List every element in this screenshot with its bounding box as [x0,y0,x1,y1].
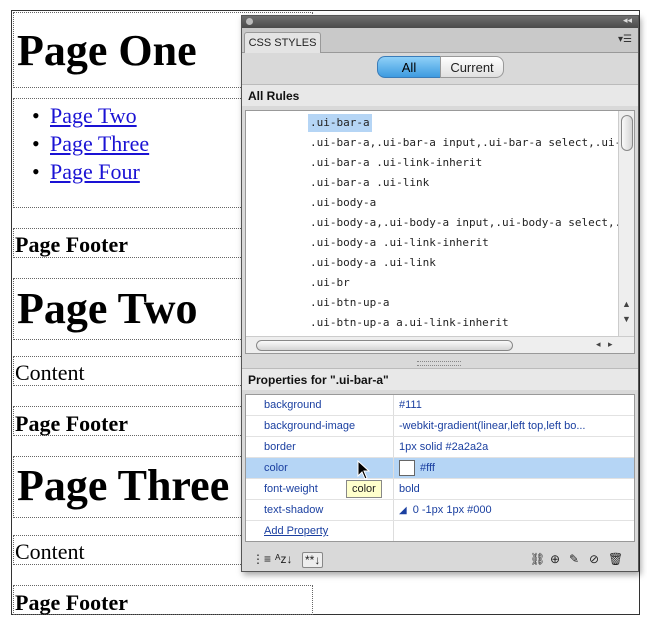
property-value[interactable]: 1px solid #2a2a2a [399,437,631,457]
new-css-rule-icon[interactable]: ⊕ [550,552,560,566]
panel-options-menu-icon[interactable]: ▾☰ [618,34,632,45]
property-row[interactable]: border 1px solid #2a2a2a [246,437,634,458]
property-name[interactable]: font-weight [264,479,318,499]
toggle-current-button[interactable]: Current [440,56,504,78]
vertical-scroll-thumb[interactable] [621,115,633,151]
tooltip: color [346,480,382,498]
disable-property-icon[interactable]: ⊘ [589,552,599,566]
rule-item[interactable]: .ui-btn-up-a a.ui-link-inherit [310,314,509,332]
link-page-four[interactable]: Page Four [50,159,140,184]
properties-header[interactable]: Properties for ".ui-bar-a" [242,368,638,390]
show-category-view-icon[interactable]: ⋮≡ [252,552,271,566]
scroll-up-arrow-icon[interactable]: ▲ [622,299,631,309]
property-value-text: #fff [420,462,435,474]
page-three-content: Content [15,539,85,564]
property-value[interactable]: -webkit-gradient(linear,left top,left bo… [399,416,631,436]
property-value-text: 0 -1px 1px #000 [412,504,492,516]
rules-horizontal-scrollbar[interactable]: ◂ ▸ [246,336,634,353]
property-name[interactable]: border [264,437,296,457]
tab-css-styles[interactable]: CSS STYLES [244,32,321,53]
page-three-footer: Page Footer [15,590,128,615]
rule-item-selected[interactable]: .ui-bar-a [308,114,372,132]
show-alphabetical-view-icon[interactable]: ᴬz↓ [275,552,292,566]
all-rules-header[interactable]: All Rules [242,84,638,106]
page-one-footer: Page Footer [15,232,128,257]
color-swatch[interactable] [399,460,415,477]
add-property-link[interactable]: Add Property [264,521,328,541]
list-item: • Page Three [32,131,150,156]
rule-item[interactable]: .ui-br [310,274,350,292]
property-name[interactable]: background [264,395,322,415]
rules-list[interactable]: .ui-bar-a .ui-bar-a,.ui-bar-a input,.ui-… [245,110,635,354]
panel-bottom-toolbar: ⋮≡ ᴬz↓ **↓ ⛓ ⊕ ✎ ⊘ 🗑 [242,546,638,571]
property-name[interactable]: text-shadow [264,500,323,520]
property-value[interactable]: #fff [399,458,631,478]
scroll-left-arrow-icon[interactable]: ◂ [596,339,601,350]
property-row[interactable]: text-shadow ◢ 0 -1px 1px #000 [246,500,634,521]
rule-item[interactable]: .ui-body-a .ui-link-inherit [310,234,489,252]
scroll-down-arrow-icon[interactable]: ▼ [622,314,631,324]
page-two-heading: Page Two [17,284,198,333]
rule-item[interactable]: .ui-bar-a .ui-link [310,174,429,192]
delete-icon[interactable]: 🗑 [608,552,623,566]
edit-rule-icon[interactable]: ✎ [569,552,579,566]
property-value[interactable]: bold [399,479,631,499]
property-row-selected[interactable]: color #fff [246,458,634,479]
panel-titlebar[interactable]: ◂◂ [242,15,638,28]
add-property-row[interactable]: Add Property [246,521,634,541]
toggle-all-button[interactable]: All [377,56,441,78]
page-links-list: • Page Two • Page Three • Page Four [32,102,149,186]
rule-item[interactable]: .ui-btn-up-a [310,294,389,312]
rule-item[interactable]: .ui-bar-a .ui-link-inherit [310,154,482,172]
attach-style-sheet-icon[interactable]: ⛓ [530,552,545,566]
close-icon[interactable] [246,18,253,25]
css-styles-panel: ◂◂ CSS STYLES ▾☰ All Current All Rules .… [241,15,639,572]
rules-vertical-scrollbar[interactable]: ▲ ▼ [618,111,634,337]
collapse-icon[interactable]: ◂◂ [623,15,632,26]
horizontal-scroll-thumb[interactable] [256,340,513,351]
page-two-footer: Page Footer [15,411,128,436]
property-name[interactable]: color [264,458,288,478]
show-set-properties-icon[interactable]: **↓ [302,552,324,568]
scroll-right-arrow-icon[interactable]: ▸ [608,339,613,350]
property-row[interactable]: background #111 [246,395,634,416]
page-two-content: Content [15,360,85,385]
shadow-angle-icon[interactable]: ◢ [399,505,407,516]
mouse-cursor-icon [357,460,371,480]
rule-item[interactable]: .ui-body-a .ui-link [310,254,436,272]
rule-item[interactable]: .ui-body-a,.ui-body-a input,.ui-body-a s… [310,214,634,232]
resize-grip[interactable] [417,361,461,366]
rule-item[interactable]: .ui-body-a [310,194,376,212]
panel-tabbar: CSS STYLES ▾☰ [242,28,638,53]
link-page-three[interactable]: Page Three [50,131,149,156]
property-value[interactable]: #111 [399,395,631,415]
property-row[interactable]: font-weight bold [246,479,634,500]
property-row[interactable]: background-image -webkit-gradient(linear… [246,416,634,437]
list-item: • Page Two [32,103,137,128]
properties-table: background #111 background-image -webkit… [245,394,635,542]
page-three-heading: Page Three [17,461,230,510]
list-item: • Page Four [32,159,140,184]
link-page-two[interactable]: Page Two [50,103,137,128]
page-one-heading: Page One [17,26,197,75]
property-value[interactable]: ◢ 0 -1px 1px #000 [399,500,631,521]
rule-item[interactable]: .ui-bar-a,.ui-bar-a input,.ui-bar-a sele… [310,134,634,152]
property-name[interactable]: background-image [264,416,355,436]
